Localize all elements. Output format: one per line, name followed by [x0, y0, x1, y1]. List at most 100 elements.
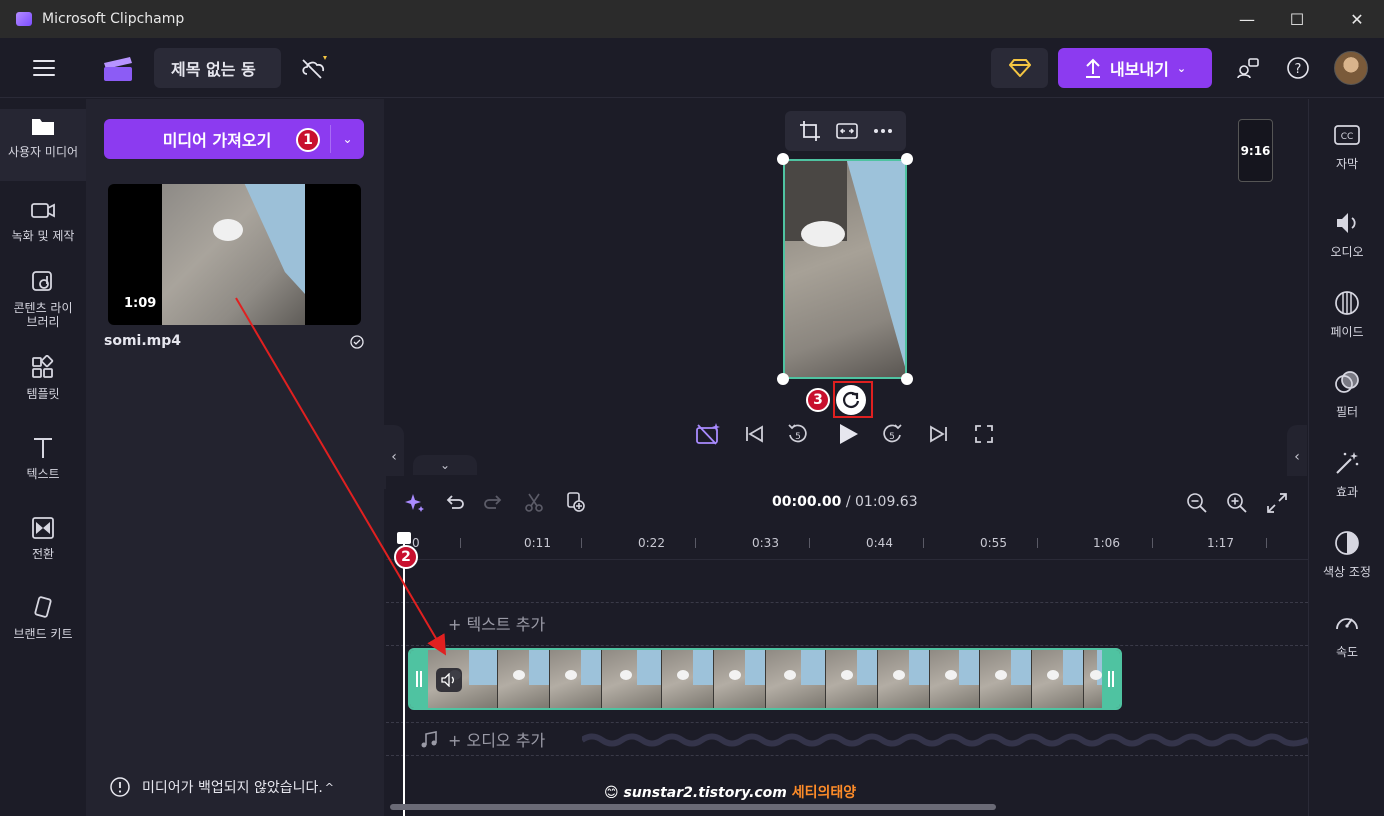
- fit-icon[interactable]: [835, 122, 858, 140]
- ruler-tick: [695, 538, 696, 548]
- media-panel: 미디어 가져오기 ⌄ 1:09 somi.mp4 미디어가 백업되지 않았습니다…: [86, 99, 384, 816]
- help-icon[interactable]: ?: [1286, 56, 1310, 80]
- timeline-scrollbar[interactable]: [390, 804, 996, 810]
- clip-volume-icon[interactable]: [436, 668, 462, 692]
- timeline: 00:00.00 / 01:09.63 0 0:11 0:22 0:33 0:4…: [386, 476, 1308, 816]
- ruler-tick: [923, 538, 924, 548]
- aspect-ratio-button[interactable]: 9:16: [1238, 119, 1273, 182]
- tick-label: 0:33: [752, 536, 779, 550]
- diamond-icon: [1008, 59, 1031, 77]
- right-nav-audio[interactable]: 오디오: [1309, 209, 1384, 260]
- app-bar: 제목 없는 동 내보내기 ⌄ ?: [0, 38, 1384, 98]
- playhead[interactable]: [403, 532, 405, 816]
- clip-trim-handle-right[interactable]: [1102, 650, 1120, 708]
- more-options-icon[interactable]: [873, 128, 893, 134]
- right-nav-fade[interactable]: 페이드: [1309, 289, 1384, 340]
- import-dropdown-chevron-icon[interactable]: ⌄: [331, 119, 364, 159]
- redo-icon: [484, 495, 502, 509]
- fit-timeline-icon[interactable]: [1266, 492, 1288, 514]
- playhead-handle[interactable]: [397, 532, 411, 544]
- preview-video[interactable]: [783, 159, 907, 379]
- skip-back-icon[interactable]: [742, 420, 766, 448]
- chevron-down-icon: ⌄: [1176, 61, 1187, 75]
- resize-handle-top-right[interactable]: [901, 153, 913, 165]
- chevron-up-icon[interactable]: ^: [325, 781, 334, 794]
- nav-text[interactable]: 텍스트: [0, 435, 86, 481]
- right-properties-panel: CC 자막 오디오 페이드 필터 효과 색상 조정 속도: [1308, 99, 1384, 816]
- svg-text:CC: CC: [1341, 132, 1354, 142]
- step-marker-3: 3: [806, 388, 830, 412]
- time-separator: /: [841, 494, 855, 510]
- filter-icon: [1335, 371, 1359, 393]
- audio-track[interactable]: + 오디오 추가: [386, 722, 1308, 756]
- ruler-tick: [1266, 538, 1267, 548]
- collapse-timeline-chevron-icon[interactable]: ⌄: [413, 455, 477, 475]
- feedback-icon[interactable]: [1236, 56, 1260, 80]
- rotate-button[interactable]: [836, 385, 866, 415]
- nav-your-media[interactable]: 사용자 미디어: [0, 109, 86, 181]
- captions-icon: CC: [1334, 125, 1360, 145]
- backup-warning[interactable]: 미디어가 백업되지 않았습니다. ^: [110, 777, 334, 797]
- minimize-button[interactable]: —: [1222, 0, 1272, 38]
- right-nav-color-adjust[interactable]: 색상 조정: [1309, 529, 1384, 580]
- cloud-off-icon[interactable]: [299, 54, 329, 82]
- close-button[interactable]: ✕: [1332, 0, 1382, 38]
- timeline-ruler[interactable]: 0 0:11 0:22 0:33 0:44 0:55 1:06 1:17: [386, 528, 1308, 560]
- timecode: 00:00.00 / 01:09.63: [772, 494, 918, 510]
- nav-transitions[interactable]: 전환: [0, 515, 86, 561]
- resize-handle-top-left[interactable]: [777, 153, 789, 165]
- tick-label: 0:44: [866, 536, 893, 550]
- right-nav-effects[interactable]: 효과: [1309, 449, 1384, 500]
- undo-icon[interactable]: [444, 492, 464, 512]
- menu-icon[interactable]: [33, 60, 55, 76]
- left-navigation: 사용자 미디어 녹화 및 제작 콘텐츠 라이브러리 템플릿 텍스트 전환 브랜드…: [0, 99, 86, 816]
- clip-trim-handle-left[interactable]: [410, 650, 428, 708]
- rewind-5-icon[interactable]: 5: [786, 420, 810, 448]
- export-button[interactable]: 내보내기 ⌄: [1058, 48, 1212, 88]
- nav-record-create[interactable]: 녹화 및 제작: [0, 197, 86, 243]
- transition-icon: [32, 517, 54, 539]
- premium-button[interactable]: [991, 48, 1048, 88]
- right-nav-filters[interactable]: 필터: [1309, 369, 1384, 420]
- fullscreen-icon[interactable]: [972, 420, 996, 448]
- crop-icon[interactable]: [799, 120, 821, 142]
- user-avatar[interactable]: [1334, 51, 1368, 85]
- nav-templates[interactable]: 템플릿: [0, 355, 86, 401]
- audio-waveform-placeholder: [582, 733, 1308, 747]
- folder-icon: [32, 119, 54, 135]
- right-nav-captions[interactable]: CC 자막: [1309, 121, 1384, 172]
- forward-5-icon[interactable]: 5: [880, 420, 904, 448]
- text-track[interactable]: + 텍스트 추가: [386, 602, 1308, 646]
- skip-forward-icon[interactable]: [927, 420, 951, 448]
- rotate-icon: [843, 391, 860, 408]
- check-circle-icon: [350, 335, 364, 349]
- zoom-in-icon[interactable]: [1226, 492, 1248, 514]
- video-camera-icon: [31, 203, 55, 218]
- export-label: 내보내기: [1109, 60, 1169, 79]
- ruler-tick: [1152, 538, 1153, 548]
- add-text-label: + 텍스트 추가: [448, 615, 546, 634]
- nav-content-library[interactable]: 콘텐츠 라이브러리: [0, 269, 86, 329]
- play-icon[interactable]: [834, 420, 862, 448]
- project-title-field[interactable]: 제목 없는 동: [154, 48, 281, 88]
- nav-brand-kit[interactable]: 브랜드 키트: [0, 595, 86, 641]
- watermark-name: 세티의태양: [791, 785, 857, 801]
- maximize-button[interactable]: ☐: [1272, 0, 1322, 38]
- ai-sparkle-icon[interactable]: [404, 492, 426, 514]
- ai-magic-icon[interactable]: [694, 420, 722, 448]
- duplicate-add-icon[interactable]: [564, 491, 586, 513]
- zoom-out-icon[interactable]: [1186, 492, 1208, 514]
- resize-handle-bottom-left[interactable]: [777, 373, 789, 385]
- resize-handle-bottom-right[interactable]: [901, 373, 913, 385]
- ruler-tick: [1037, 538, 1038, 548]
- media-file-name: somi.mp4: [104, 333, 182, 349]
- content-library-icon: [32, 271, 52, 291]
- thumbnail-cat: [213, 219, 243, 241]
- right-nav-speed[interactable]: 속도: [1309, 609, 1384, 660]
- media-thumbnail[interactable]: 1:09: [108, 184, 361, 325]
- video-clip[interactable]: [408, 648, 1122, 710]
- preview-floating-toolbar: [785, 111, 906, 151]
- tick-label: 0:22: [638, 536, 665, 550]
- import-media-button[interactable]: 미디어 가져오기 ⌄: [104, 119, 364, 159]
- tick-label: 0:55: [980, 536, 1007, 550]
